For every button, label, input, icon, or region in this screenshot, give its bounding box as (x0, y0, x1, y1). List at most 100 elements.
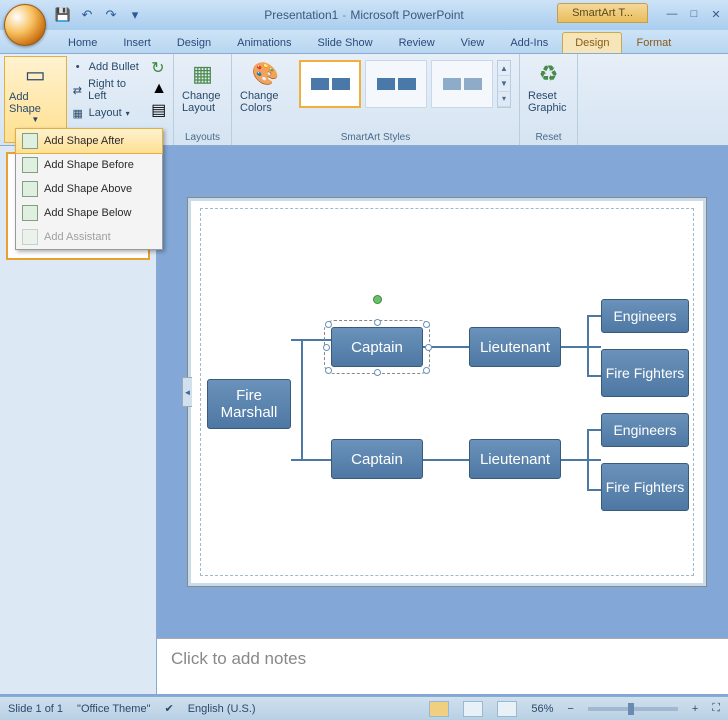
change-layout-button[interactable]: ▦ Change Layout (178, 56, 227, 116)
layout-icon: ▦ (71, 106, 85, 120)
rtl-icon: ⇄ (71, 83, 84, 97)
group-reset-label: Reset (520, 132, 577, 143)
tab-view[interactable]: View (449, 33, 497, 53)
undo-button[interactable]: ↶ (78, 6, 96, 24)
node-engineers-1[interactable]: Engineers (601, 299, 689, 333)
window-controls: — □ ✕ (664, 6, 724, 22)
add-shape-before[interactable]: Add Shape Before (16, 153, 162, 177)
view-sorter-button[interactable] (463, 701, 483, 717)
change-colors-button[interactable]: 🎨 Change Colors (236, 56, 295, 116)
window-title: Presentation1 - Microsoft PowerPoint (264, 8, 463, 22)
maximize-button[interactable]: □ (686, 6, 702, 22)
status-bar: Slide 1 of 1 "Office Theme" ✔ English (U… (0, 696, 728, 720)
group-layouts: ▦ Change Layout Layouts (174, 54, 232, 145)
style-item-3[interactable] (431, 60, 493, 108)
add-shape-below-label: Add Shape Below (44, 207, 131, 219)
rotate-handle[interactable] (373, 295, 382, 304)
gallery-up-icon[interactable]: ▲ (498, 61, 510, 76)
style-gallery: ▲ ▼ ▾ (295, 56, 515, 112)
node-firefighters-1[interactable]: Fire Fighters (601, 349, 689, 397)
connector (587, 429, 601, 431)
connector (587, 375, 601, 377)
notes-pane[interactable]: Click to add notes (157, 638, 728, 694)
group-styles-label: SmartArt Styles (232, 132, 519, 143)
slide-indicator: Slide 1 of 1 (8, 703, 63, 715)
text-pane-icon[interactable]: ▤ (151, 100, 167, 120)
smartart-frame[interactable]: Fire Marshall Captain Captain Lieutenant… (200, 208, 694, 576)
title-bar: 💾 ↶ ↷ ▾ Presentation1 - Microsoft PowerP… (0, 0, 728, 30)
redo-button[interactable]: ↷ (102, 6, 120, 24)
tab-add-ins[interactable]: Add-Ins (498, 33, 560, 53)
connector (587, 429, 589, 491)
node-lieutenant-1[interactable]: Lieutenant (469, 327, 561, 367)
resize-handle[interactable] (423, 321, 430, 328)
node-root[interactable]: Fire Marshall (207, 379, 291, 429)
close-button[interactable]: ✕ (708, 6, 724, 22)
resize-handle[interactable] (325, 321, 332, 328)
layout-label: Layout (89, 107, 122, 119)
slide[interactable]: ◄ Fire Marshall (187, 197, 707, 587)
zoom-in-button[interactable]: + (692, 703, 698, 715)
office-button[interactable] (4, 4, 46, 46)
connector (587, 315, 589, 377)
change-colors-label: Change Colors (240, 90, 291, 114)
node-captain-2[interactable]: Captain (331, 439, 423, 479)
tab-design[interactable]: Design (165, 33, 223, 53)
connector (561, 459, 601, 461)
add-bullet-button[interactable]: •Add Bullet (67, 58, 150, 76)
promote-icon[interactable]: ↻ (151, 58, 167, 78)
layout-button[interactable]: ▦ Layout ▾ (67, 104, 150, 122)
add-shape-below[interactable]: Add Shape Below (16, 201, 162, 225)
style-item-2[interactable] (365, 60, 427, 108)
resize-handle[interactable] (323, 344, 330, 351)
gallery-scroll: ▲ ▼ ▾ (497, 60, 511, 108)
style-item-1[interactable] (299, 60, 361, 108)
ribbon-tabs: Home Insert Design Animations Slide Show… (0, 30, 728, 54)
node-lieutenant-2[interactable]: Lieutenant (469, 439, 561, 479)
move-up-icon[interactable]: ▲ (151, 80, 167, 98)
zoom-out-button[interactable]: − (567, 703, 573, 715)
minimize-button[interactable]: — (664, 6, 680, 22)
tab-animations[interactable]: Animations (225, 33, 303, 53)
reset-graphic-label: Reset Graphic (528, 90, 569, 114)
chevron-down-icon: ▾ (126, 109, 130, 118)
text-pane-toggle[interactable]: ◄ (182, 377, 192, 407)
gallery-down-icon[interactable]: ▼ (498, 76, 510, 91)
tab-slide-show[interactable]: Slide Show (306, 33, 385, 53)
zoom-thumb[interactable] (628, 703, 634, 715)
add-shape-after[interactable]: Add Shape After (15, 128, 163, 154)
tab-review[interactable]: Review (387, 33, 447, 53)
resize-handle[interactable] (423, 367, 430, 374)
group-reset: ♻ Reset Graphic Reset (520, 54, 578, 145)
view-slideshow-button[interactable] (497, 701, 517, 717)
tab-home[interactable]: Home (56, 33, 109, 53)
assistant-icon (22, 229, 38, 245)
app-name: Microsoft PowerPoint (350, 8, 463, 22)
tab-smartart-design[interactable]: Design (562, 32, 622, 53)
resize-handle[interactable] (374, 369, 381, 376)
node-firefighters-2[interactable]: Fire Fighters (601, 463, 689, 511)
node-engineers-2[interactable]: Engineers (601, 413, 689, 447)
zoom-slider[interactable] (588, 707, 678, 711)
resize-handle[interactable] (374, 319, 381, 326)
view-normal-button[interactable] (429, 701, 449, 717)
resize-handle[interactable] (425, 344, 432, 351)
node-captain-1[interactable]: Captain (331, 327, 423, 367)
qat-more-icon[interactable]: ▾ (126, 6, 144, 24)
gallery-more-icon[interactable]: ▾ (498, 92, 510, 107)
fit-window-button[interactable]: ⛶ (712, 702, 720, 715)
resize-handle[interactable] (325, 367, 332, 374)
tab-smartart-format[interactable]: Format (624, 33, 683, 53)
spellcheck-icon[interactable]: ✔ (164, 702, 173, 715)
connector (291, 459, 331, 461)
reset-graphic-button[interactable]: ♻ Reset Graphic (524, 56, 573, 116)
tab-insert[interactable]: Insert (111, 33, 163, 53)
bullet-icon: • (71, 60, 85, 74)
zoom-percent[interactable]: 56% (531, 703, 553, 715)
right-to-left-button[interactable]: ⇄Right to Left (67, 76, 150, 104)
add-shape-after-label: Add Shape After (44, 135, 124, 147)
quick-access-toolbar: 💾 ↶ ↷ ▾ (54, 6, 144, 24)
language-indicator[interactable]: English (U.S.) (188, 703, 256, 715)
save-button[interactable]: 💾 (54, 6, 72, 24)
add-shape-above[interactable]: Add Shape Above (16, 177, 162, 201)
